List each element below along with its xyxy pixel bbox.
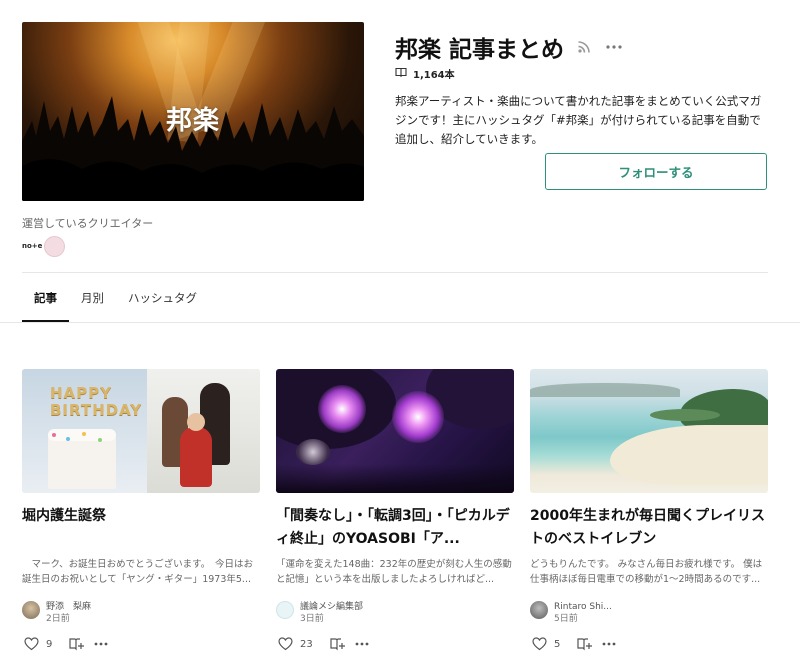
crowd-silhouette bbox=[22, 96, 364, 201]
magazine-add-icon[interactable] bbox=[329, 635, 347, 653]
magazine-add-icon[interactable] bbox=[576, 635, 594, 653]
article-title[interactable]: 「間奏なし」・「転調3回」・「ピカルディ終止」のYOASOBI「ア... bbox=[276, 505, 514, 551]
post-date: 3日前 bbox=[300, 614, 324, 624]
article-excerpt: どうもりんたです。 みなさん毎日お疲れ様です。 僕は仕事柄ほぼ毎日電車での移動が… bbox=[530, 559, 763, 585]
article-excerpt: 「運命を変えた148曲：232年の歴史が刻む人生の感動と記憶」という本を出版しま… bbox=[276, 559, 512, 585]
author-name[interactable]: 議論メシ編集部 bbox=[300, 601, 363, 613]
post-date: 5日前 bbox=[554, 614, 578, 624]
article-card[interactable]: 「間奏なし」・「転調3回」・「ピカルディ終止」のYOASOBI「ア... 「運命… bbox=[276, 369, 514, 653]
tab-articles[interactable]: 記事 bbox=[22, 288, 69, 322]
like-count: 5 bbox=[554, 638, 561, 650]
article-title[interactable]: 2000年生まれが毎日聞くプレイリストのベストイレブン bbox=[530, 505, 768, 551]
more-icon[interactable] bbox=[600, 635, 618, 653]
author-name[interactable]: 野添 梨麻 bbox=[46, 601, 91, 613]
article-excerpt: マーク、お誕生日おめでとうございます。 今日はお誕生日のお祝いとして「ヤング・ギ… bbox=[22, 559, 253, 585]
tab-hashtags[interactable]: ハッシュタグ bbox=[116, 288, 209, 322]
avatar[interactable] bbox=[530, 601, 548, 619]
like-count: 9 bbox=[46, 638, 53, 650]
follow-button[interactable]: フォローする bbox=[545, 153, 767, 190]
tab-monthly[interactable]: 月別 bbox=[69, 288, 116, 322]
magazine-title-row: 邦楽 記事まとめ bbox=[395, 30, 624, 64]
creator-label: 運営しているクリエイター bbox=[22, 217, 154, 230]
article-actions: 9 bbox=[22, 635, 260, 653]
tab-bar: 記事 月別 ハッシュタグ bbox=[22, 288, 209, 322]
magazine-add-icon[interactable] bbox=[68, 635, 86, 653]
author-row: 野添 梨麻 2日前 bbox=[22, 601, 260, 627]
article-thumbnail[interactable] bbox=[530, 369, 768, 493]
article-thumbnail[interactable]: HAPPY BIRTHDAY bbox=[22, 369, 260, 493]
avatar[interactable] bbox=[276, 601, 294, 619]
article-actions: 23 bbox=[276, 635, 514, 653]
more-icon[interactable] bbox=[92, 635, 110, 653]
article-card[interactable]: HAPPY BIRTHDAY 堀内護生誕祭 マーク、お誕生日おめでとうございます。… bbox=[22, 369, 260, 653]
article-card[interactable]: 2000年生まれが毎日聞くプレイリストのベストイレブン どうもりんたです。 みな… bbox=[530, 369, 768, 653]
heart-icon[interactable] bbox=[22, 635, 40, 653]
article-count: 1,164本 bbox=[395, 66, 455, 81]
magazine-description: 邦楽アーティスト・楽曲について書かれた記事をまとめていく公式マガジンです！主にハ… bbox=[395, 94, 762, 146]
header-divider bbox=[22, 272, 768, 273]
more-icon[interactable] bbox=[604, 37, 624, 57]
more-icon[interactable] bbox=[353, 635, 371, 653]
heart-icon[interactable] bbox=[530, 635, 548, 653]
article-count-value: 1,164本 bbox=[413, 70, 455, 81]
article-thumbnail[interactable] bbox=[276, 369, 514, 493]
author-row: 議論メシ編集部 3日前 bbox=[276, 601, 514, 627]
page-title: 邦楽 記事まとめ bbox=[395, 37, 565, 63]
tabs-divider bbox=[0, 322, 800, 323]
article-actions: 5 bbox=[530, 635, 768, 653]
magazine-banner: 邦楽 bbox=[22, 22, 364, 201]
like-count: 23 bbox=[300, 638, 313, 650]
banner-title: 邦楽 bbox=[165, 106, 220, 136]
book-icon bbox=[395, 67, 407, 80]
author-row: Rintaro Shi... 5日前 bbox=[530, 601, 768, 627]
heart-icon[interactable] bbox=[276, 635, 294, 653]
note-logo[interactable]: no+e bbox=[22, 236, 44, 256]
avatar[interactable] bbox=[22, 601, 40, 619]
author-name[interactable]: Rintaro Shi... bbox=[554, 601, 612, 613]
creator-avatar[interactable] bbox=[44, 236, 65, 257]
article-title[interactable]: 堀内護生誕祭 bbox=[22, 505, 260, 551]
post-date: 2日前 bbox=[46, 614, 70, 624]
rss-icon[interactable] bbox=[574, 37, 594, 57]
